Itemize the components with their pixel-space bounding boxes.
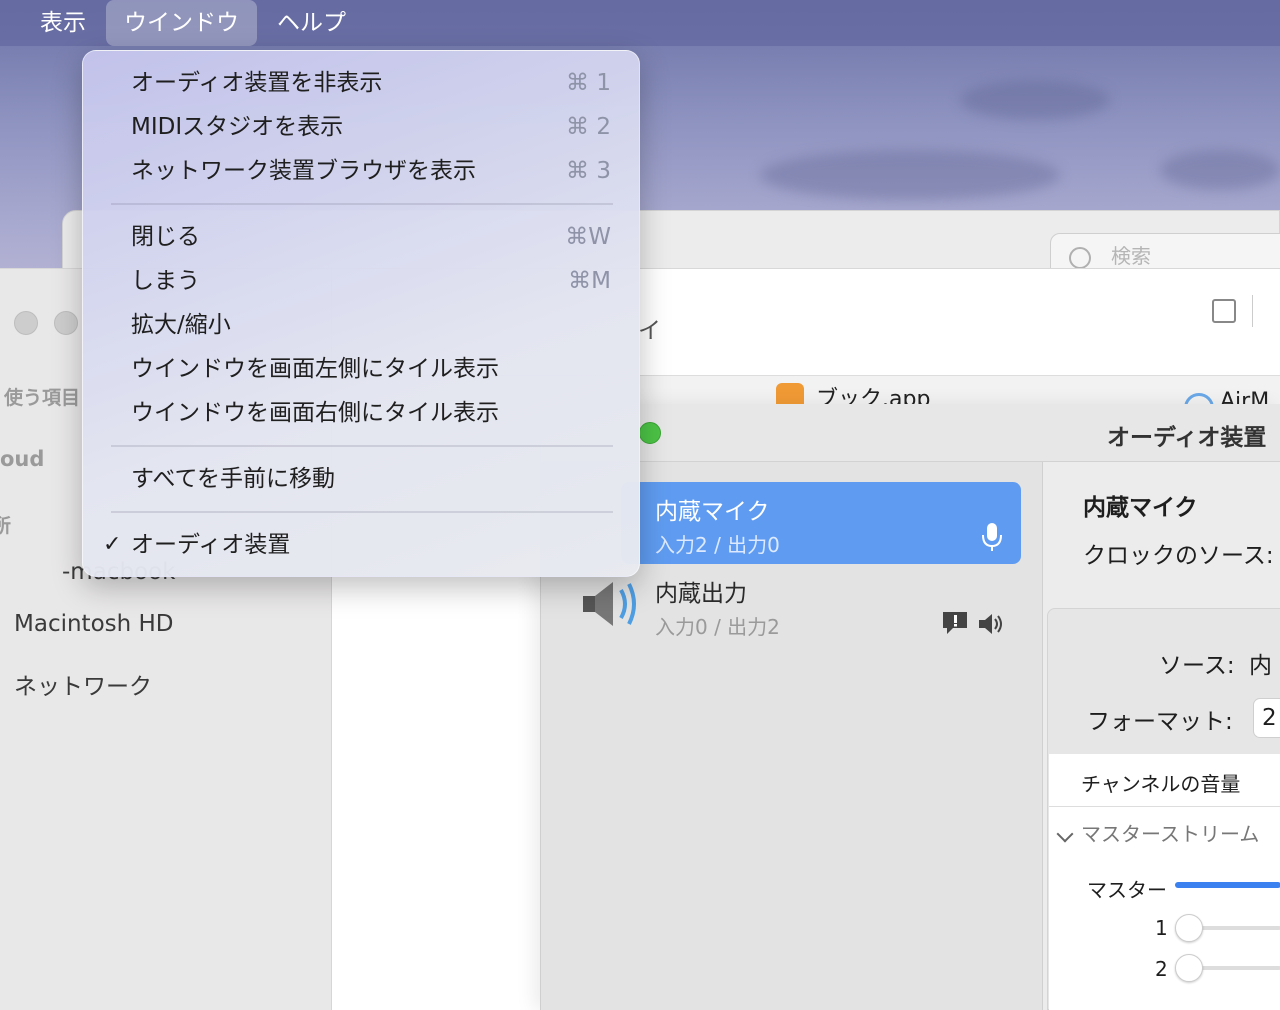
microphone-icon (982, 523, 1002, 551)
master-stream-label[interactable]: マスターストリーム (1081, 818, 1259, 847)
menu-item-show-midi-studio[interactable]: MIDIスタジオを表示 ⌘ 2 (83, 105, 641, 149)
channel-volume-header: チャンネルの音量 (1081, 772, 1241, 796)
sidebar-item-macintosh-hd[interactable]: Macintosh HD (14, 611, 174, 637)
header-divider (1049, 806, 1280, 807)
menu-item-shortcut: ⌘ 3 (566, 158, 611, 184)
channel-volume-panel: チャンネルの音量 マスターストリーム マスター 1 2 (1049, 754, 1280, 1010)
sidebar-item-network[interactable]: ネットワーク (14, 667, 152, 701)
menu-item-label: しまう (131, 268, 200, 294)
alert-icon (943, 612, 967, 634)
menu-item-show-network-browser[interactable]: ネットワーク装置ブラウザを表示 ⌘ 3 (83, 149, 641, 193)
detail-device-name: 内蔵マイク (1083, 495, 1198, 521)
clock-source-label: クロックのソース: (1083, 543, 1274, 569)
device-name: 内蔵マイク (655, 499, 770, 525)
menu-item-label: ウインドウを画面左側にタイル表示 (131, 356, 499, 382)
menu-item-label: 閉じる (131, 224, 200, 250)
menu-view[interactable]: 表示 (22, 0, 104, 46)
menu-item-zoom[interactable]: 拡大/縮小 (83, 303, 641, 347)
toolbar-divider (1252, 295, 1253, 327)
menu-item-label: ネットワーク装置ブラウザを表示 (131, 158, 476, 184)
sidebar-section-favorites: 使う項目 (4, 387, 81, 409)
sidebar-section-icloud: oud (0, 447, 45, 471)
device-row-builtin-mic[interactable]: 内蔵マイク 入力2 / 出力0 (621, 482, 1021, 564)
menu-bar: 表示 ウインドウ ヘルプ (0, 0, 1280, 46)
sidebar-section-locations: 所 (0, 515, 12, 537)
menu-item-label: ウインドウを画面右側にタイル表示 (131, 400, 499, 426)
finder-title-fragment: イ (638, 318, 661, 344)
menu-item-tile-left[interactable]: ウインドウを画面左側にタイル表示 (83, 347, 641, 391)
menu-item-audio-devices[interactable]: ✓ オーディオ装置 (83, 523, 641, 567)
device-io: 入力2 / 出力0 (655, 533, 780, 557)
channel-1-slider-knob[interactable] (1175, 914, 1203, 942)
master-volume-slider[interactable] (1175, 882, 1280, 888)
format-label: フォーマット: (1087, 709, 1233, 735)
channel-2-label: 2 (1155, 957, 1168, 981)
menu-item-bring-all-to-front[interactable]: すべてを手前に移動 (83, 457, 641, 501)
device-row-builtin-output[interactable]: 内蔵出力 入力0 / 出力2 (621, 564, 1021, 646)
menu-item-label: オーディオ装置 (131, 532, 291, 558)
menu-item-hide-audio-devices[interactable]: オーディオ装置を非表示 ⌘ 1 (83, 61, 641, 105)
audio-devices-window: オーディオ装置 内蔵マイク 入力2 / 出力0 内蔵出力 入力0 / 出力2 内… (540, 404, 1280, 1010)
wallpaper-cloud (1160, 150, 1280, 190)
search-icon (1069, 247, 1091, 269)
menu-item-minimize[interactable]: しまう ⌘M (83, 259, 641, 303)
audio-window-titlebar: オーディオ装置 (541, 404, 1280, 462)
menu-item-shortcut: ⌘ 1 (566, 70, 611, 96)
zoom-button[interactable] (639, 422, 661, 444)
source-label: ソース: (1159, 653, 1235, 679)
wallpaper-cloud (960, 80, 1110, 120)
source-value[interactable]: 内 (1249, 646, 1272, 680)
checkmark-icon: ✓ (103, 532, 122, 557)
device-name: 内蔵出力 (655, 581, 747, 607)
menu-item-close[interactable]: 閉じる ⌘W (83, 215, 641, 259)
menu-item-shortcut: ⌘M (568, 268, 611, 294)
search-placeholder: 検索 (1111, 244, 1151, 268)
channel-2-slider-knob[interactable] (1175, 954, 1203, 982)
audio-window-title: オーディオ装置 (1107, 425, 1267, 451)
menu-window[interactable]: ウインドウ (106, 0, 257, 46)
master-label: マスター (1087, 878, 1167, 902)
menu-item-label: MIDIスタジオを表示 (131, 114, 344, 140)
format-select[interactable]: 2 (1253, 698, 1280, 738)
close-button[interactable] (14, 311, 38, 335)
menu-item-shortcut: ⌘W (565, 224, 611, 250)
view-grid-icon[interactable] (1212, 299, 1236, 323)
menu-item-label: 拡大/縮小 (131, 312, 231, 338)
menu-item-label: オーディオ装置を非表示 (131, 70, 383, 96)
audio-device-detail: 内蔵マイク クロックのソース: ソース: 内 フォーマット: 2 チャンネルの音… (1043, 462, 1280, 1010)
minimize-button[interactable] (54, 311, 78, 335)
menu-separator (111, 203, 613, 205)
menu-item-tile-right[interactable]: ウインドウを画面右側にタイル表示 (83, 391, 641, 435)
menu-separator (111, 445, 613, 447)
menu-item-label: すべてを手前に移動 (131, 466, 336, 492)
format-value: 2 (1262, 705, 1277, 731)
chevron-down-icon[interactable] (1056, 825, 1074, 843)
channel-1-label: 1 (1155, 916, 1168, 940)
menu-separator (111, 511, 613, 513)
window-menu-dropdown: オーディオ装置を非表示 ⌘ 1 MIDIスタジオを表示 ⌘ 2 ネットワーク装置… (82, 50, 640, 577)
device-io: 入力0 / 出力2 (655, 615, 780, 639)
wallpaper-cloud (760, 150, 1060, 200)
menu-help[interactable]: ヘルプ (259, 0, 364, 46)
menu-item-shortcut: ⌘ 2 (566, 114, 611, 140)
speaker-icon (979, 614, 1002, 634)
